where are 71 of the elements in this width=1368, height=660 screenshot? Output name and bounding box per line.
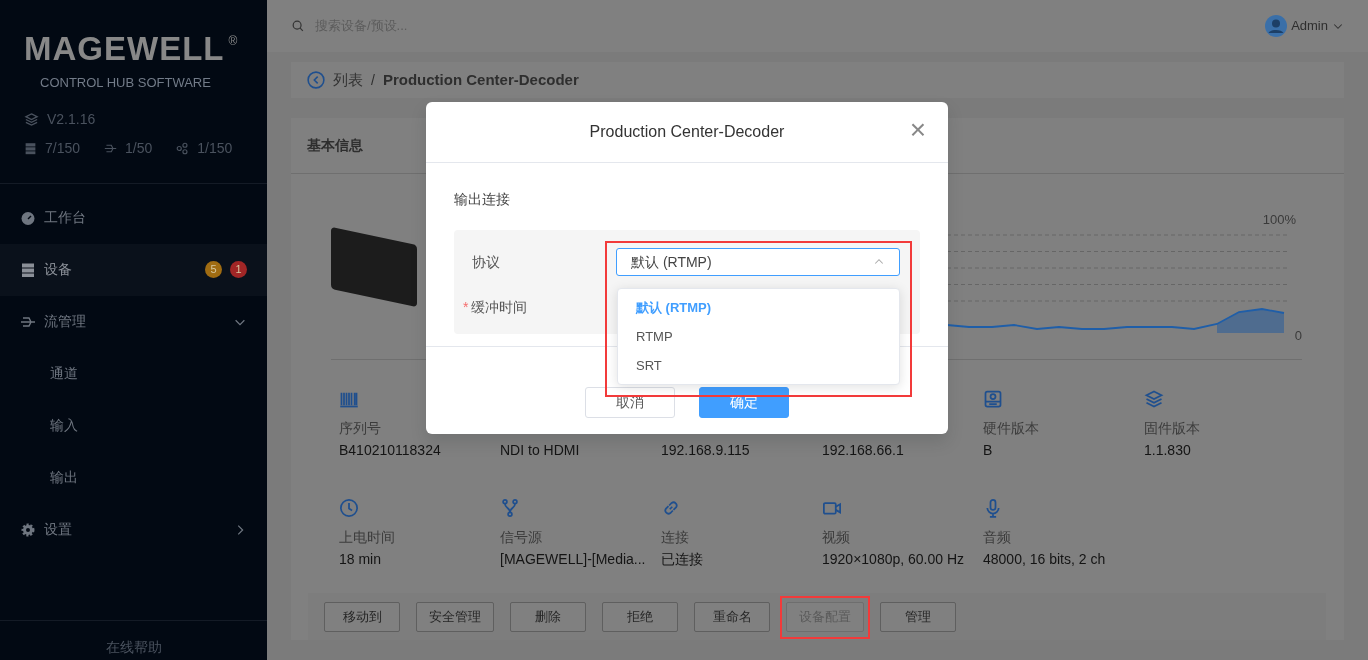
breadcrumb-current: Production Center-Decoder <box>382 69 579 90</box>
field-label: 信号源 <box>500 529 542 545</box>
field-value: 1920×1080p, 60.00 Hz <box>822 550 966 569</box>
axis-label: 100% <box>1262 210 1296 229</box>
form-label: 缓冲时间 <box>471 297 528 317</box>
action-button[interactable]: 移动到 <box>324 601 400 632</box>
stat-text: 1/150 <box>197 138 233 158</box>
gauge-icon <box>20 209 36 226</box>
menu-item[interactable]: 流管理 <box>0 295 267 348</box>
clock-icon <box>339 498 359 519</box>
layers-icon <box>24 111 39 127</box>
count-badge: 5 <box>205 261 222 278</box>
user-menu[interactable]: Admin <box>1265 15 1344 37</box>
dropdown-option[interactable]: RTMP <box>618 322 899 351</box>
confirm-button[interactable]: 确定 <box>699 387 789 418</box>
action-button[interactable]: 删除 <box>510 601 586 632</box>
breadcrumb-link[interactable]: 列表 <box>333 68 363 92</box>
required-asterisk: * <box>463 297 469 317</box>
action-button[interactable]: 重命名 <box>694 601 770 632</box>
card-title: 基本信息 <box>307 136 363 155</box>
form-label: 协议 <box>472 252 500 272</box>
field-value: 18 min <box>339 550 383 569</box>
submenu-item[interactable]: 通道 <box>0 347 267 400</box>
field-value: 已连接 <box>661 550 704 569</box>
layers-icon <box>1144 389 1164 410</box>
action-button[interactable]: 拒绝 <box>602 601 678 632</box>
back-icon <box>307 71 325 89</box>
search-icon <box>291 19 305 33</box>
field-label: 视频 <box>822 529 850 545</box>
breadcrumb-separator: / <box>371 70 375 90</box>
field-label: 硬件版本 <box>983 420 1039 436</box>
stat-text: 1/50 <box>125 138 153 158</box>
server-icon <box>24 141 37 155</box>
dropdown-option[interactable]: SRT <box>618 351 899 380</box>
submenu-item[interactable]: 输入 <box>0 399 267 452</box>
field-value: 1.1.830 <box>1144 441 1192 460</box>
action-button[interactable]: 安全管理 <box>416 601 494 632</box>
count-badge: 1 <box>230 261 247 278</box>
stat-text: 7/150 <box>45 138 81 158</box>
dropdown-option[interactable]: 默认 (RTMP) <box>618 293 899 322</box>
help-link[interactable]: 在线帮助 <box>105 639 162 655</box>
field-label: 固件版本 <box>1144 420 1200 436</box>
field-value: B <box>983 441 994 460</box>
field-value: B410210118324 <box>339 441 442 460</box>
avatar-icon <box>1265 15 1288 37</box>
action-button[interactable]: 管理 <box>880 601 956 632</box>
menu-item[interactable]: 设备 5 1 <box>0 243 267 296</box>
field-label: 连接 <box>661 529 689 545</box>
gear-icon <box>20 521 36 538</box>
field-label: 序列号 <box>339 420 381 436</box>
registered-mark: ® <box>228 33 238 50</box>
submenu-item[interactable]: 输出 <box>0 451 267 504</box>
field-value: NDI to HDMI <box>500 441 581 460</box>
menu-item[interactable]: 工作台 <box>0 191 267 244</box>
logo-text: MAGEWELL <box>24 32 225 65</box>
server-icon <box>20 261 36 278</box>
field-value: 192.168.66.1 <box>822 441 905 460</box>
branch-icon <box>500 498 520 519</box>
field-value: 48000, 16 bits, 2 ch <box>983 550 1107 569</box>
subtitle: CONTROL HUB SOFTWARE <box>39 74 212 92</box>
section-title: 输出连接 <box>454 190 511 209</box>
select-field[interactable]: 默认 (RTMP) <box>616 248 900 276</box>
version-text: V2.1.16 <box>47 109 96 129</box>
menu-item[interactable]: 设置 <box>0 503 267 556</box>
modal-title: Production Center-Decoder <box>589 122 785 142</box>
network-icon <box>176 141 190 155</box>
field-value: [MAGEWELL]-[Media... <box>500 550 647 569</box>
axis-label: 0 <box>1294 326 1302 345</box>
field-label: 音频 <box>983 529 1011 545</box>
close-button[interactable]: × <box>905 116 930 144</box>
field-value: 192.168.9.115 <box>661 441 751 460</box>
